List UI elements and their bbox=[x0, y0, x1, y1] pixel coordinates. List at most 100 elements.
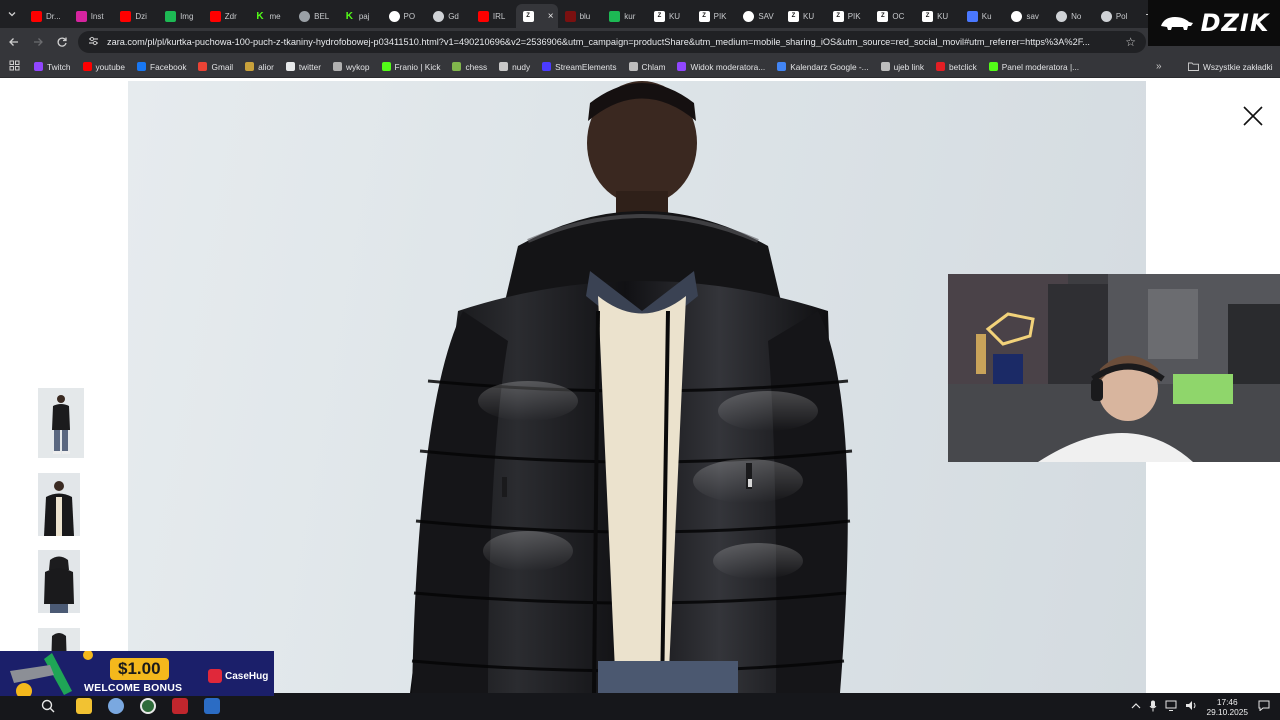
youtube-icon bbox=[120, 10, 132, 22]
chrome-icon[interactable] bbox=[140, 698, 156, 714]
tab[interactable]: Z OC bbox=[870, 4, 915, 28]
back-button[interactable] bbox=[2, 30, 26, 54]
tab[interactable]: Z KU bbox=[781, 4, 826, 28]
tab[interactable]: IRL bbox=[471, 4, 516, 28]
address-bar[interactable]: zara.com/pl/pl/kurtka-puchowa-100-puch-z… bbox=[78, 31, 1146, 53]
bookmark-item[interactable]: nudy bbox=[493, 62, 536, 72]
system-tray: 17:46 29.10.2025 bbox=[1131, 693, 1280, 720]
tab-close-button[interactable]: × bbox=[548, 11, 554, 22]
tab[interactable]: Zdr bbox=[203, 4, 248, 28]
bookmark-favicon-icon bbox=[137, 62, 147, 71]
tab[interactable]: Z KU bbox=[647, 4, 692, 28]
tab[interactable]: Pol bbox=[1094, 4, 1139, 28]
reload-button[interactable] bbox=[50, 30, 74, 54]
notifications-icon[interactable] bbox=[1258, 700, 1270, 713]
tab-label: Dr... bbox=[46, 11, 61, 21]
volume-icon[interactable] bbox=[1185, 700, 1198, 713]
all-bookmarks-label: Wszystkie zakładki bbox=[1203, 61, 1273, 72]
threads-icon bbox=[743, 10, 755, 22]
bookmark-item[interactable]: Kalendarz Google -... bbox=[771, 62, 874, 72]
zara-icon: Z bbox=[877, 10, 889, 22]
promo-brand-label: CaseHug bbox=[225, 670, 269, 682]
bookmark-item[interactable]: Franio | Kick bbox=[376, 62, 447, 72]
boar-icon bbox=[1160, 17, 1193, 30]
bookmark-item[interactable]: Panel moderatora |... bbox=[983, 62, 1085, 72]
product-thumbnail[interactable] bbox=[38, 473, 80, 536]
bookmark-item[interactable]: alior bbox=[239, 62, 280, 72]
file-explorer-icon[interactable] bbox=[76, 698, 92, 714]
tab[interactable]: blu bbox=[558, 4, 603, 28]
tab[interactable]: Z PIK bbox=[692, 4, 737, 28]
tab-label: Ku bbox=[981, 11, 992, 21]
tab-label: PO bbox=[403, 11, 416, 21]
tab[interactable]: Kme bbox=[247, 4, 292, 28]
tab[interactable]: sav bbox=[1004, 4, 1049, 28]
tab[interactable]: Gd bbox=[426, 4, 471, 28]
bookmark-favicon-icon bbox=[936, 62, 946, 71]
tab-label: Dzi bbox=[135, 11, 147, 21]
settings-icon bbox=[1100, 10, 1112, 22]
site-info-icon[interactable] bbox=[88, 36, 99, 49]
tab[interactable]: kur bbox=[602, 4, 647, 28]
clock[interactable]: 17:46 29.10.2025 bbox=[1206, 697, 1248, 717]
bookmark-favicon-icon bbox=[332, 62, 342, 71]
youtube-icon bbox=[477, 10, 489, 22]
tab[interactable]: Dzi bbox=[113, 4, 158, 28]
app-icon[interactable] bbox=[108, 698, 124, 714]
bookmark-item[interactable]: betclick bbox=[930, 62, 983, 72]
tab-active[interactable]: Z × bbox=[515, 4, 558, 28]
tab[interactable]: Ku bbox=[960, 4, 1005, 28]
close-viewer-button[interactable] bbox=[1240, 103, 1266, 129]
obs-app-icon[interactable] bbox=[172, 698, 188, 714]
tab[interactable]: Kpaj bbox=[337, 4, 382, 28]
window-app-icon[interactable] bbox=[204, 698, 220, 714]
dzik-stream-logo: DZIK bbox=[1148, 0, 1280, 46]
bookmark-item[interactable]: twitter bbox=[280, 62, 327, 72]
url-text[interactable]: zara.com/pl/pl/kurtka-puchowa-100-puch-z… bbox=[107, 37, 1115, 47]
zara-icon: Z bbox=[788, 10, 799, 22]
product-thumbnail[interactable] bbox=[38, 550, 80, 613]
promo-brand: CaseHug bbox=[208, 669, 268, 683]
product-thumbnail[interactable] bbox=[38, 388, 84, 458]
tab[interactable]: SAV bbox=[736, 4, 781, 28]
bookmark-item[interactable]: wykop bbox=[327, 62, 376, 72]
tab[interactable]: No bbox=[1049, 4, 1094, 28]
tab[interactable]: Img bbox=[158, 4, 203, 28]
tab[interactable]: BEL bbox=[292, 4, 337, 28]
forward-button[interactable] bbox=[26, 30, 50, 54]
tab[interactable]: Dr... bbox=[24, 4, 69, 28]
bookmark-item[interactable]: ujeb link bbox=[875, 62, 930, 72]
tab[interactable]: Z PIK bbox=[826, 4, 871, 28]
chevron-up-icon[interactable] bbox=[1131, 702, 1141, 712]
apps-grid-icon[interactable] bbox=[0, 60, 28, 74]
bookmark-star-icon[interactable]: ☆ bbox=[1125, 35, 1136, 49]
tab-search-button[interactable] bbox=[0, 0, 24, 28]
network-icon[interactable] bbox=[1165, 700, 1177, 713]
bookmark-item[interactable]: Chlam bbox=[623, 62, 672, 72]
tab[interactable]: PO bbox=[382, 4, 427, 28]
bookmark-item[interactable]: StreamElements bbox=[536, 62, 622, 72]
promo-subtitle: WELCOME BONUS bbox=[84, 682, 183, 694]
bookmark-item[interactable]: Gmail bbox=[192, 62, 239, 72]
instagram-icon bbox=[75, 10, 87, 22]
microphone-icon[interactable] bbox=[1149, 700, 1157, 714]
bookmarks-overflow-button[interactable]: » bbox=[1156, 61, 1162, 72]
tab[interactable]: Inst bbox=[69, 4, 114, 28]
bookmark-item[interactable]: Facebook bbox=[131, 62, 192, 72]
bookmark-item[interactable]: youtube bbox=[77, 62, 132, 72]
imgsearch-icon bbox=[165, 10, 177, 22]
windows-taskbar: 17:46 29.10.2025 bbox=[0, 693, 1280, 720]
tab[interactable]: Z KU bbox=[915, 4, 960, 28]
clock-date: 29.10.2025 bbox=[1206, 706, 1248, 717]
casehug-promo-banner[interactable]: $1.00 WELCOME BONUS CaseHug bbox=[0, 651, 274, 696]
search-icon[interactable] bbox=[40, 698, 56, 714]
bookmark-item[interactable]: Twitch bbox=[28, 62, 77, 72]
bookmark-item[interactable]: chess bbox=[446, 62, 493, 72]
tab-strip: Dr... Inst Dzi Img Zdr Kme BEL Kpaj PO Gd IRL Z × blu… bbox=[0, 0, 1280, 28]
bookmark-favicon-icon bbox=[988, 62, 998, 71]
all-bookmarks-folder[interactable]: Wszystkie zakładki bbox=[1188, 62, 1273, 72]
bookmark-label: alior bbox=[258, 61, 274, 72]
bookmark-item[interactable]: Widok moderatora... bbox=[671, 62, 771, 72]
bookmark-favicon-icon bbox=[381, 62, 391, 71]
tab-label: IRL bbox=[492, 11, 506, 21]
